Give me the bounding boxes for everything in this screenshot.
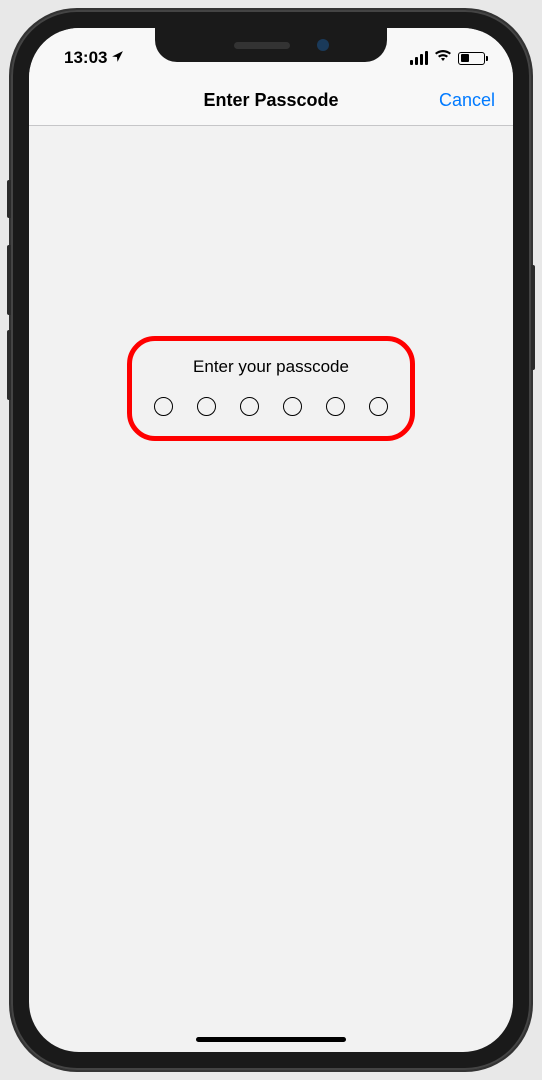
battery-level	[461, 54, 470, 62]
nav-bar: Enter Passcode Cancel	[29, 76, 513, 126]
passcode-dot	[197, 397, 216, 416]
status-right	[410, 49, 485, 67]
passcode-dot	[283, 397, 302, 416]
side-button	[531, 265, 535, 370]
screen: 13:03 Ent	[29, 28, 513, 1052]
wifi-icon	[434, 49, 452, 67]
home-indicator[interactable]	[196, 1037, 346, 1042]
content-area: Enter your passcode	[29, 126, 513, 441]
battery-icon	[458, 52, 485, 65]
phone-frame: 13:03 Ent	[11, 10, 531, 1070]
passcode-dot	[326, 397, 345, 416]
passcode-prompt: Enter your passcode	[193, 357, 349, 377]
passcode-highlight-annotation: Enter your passcode	[127, 336, 415, 441]
volume-down-button	[7, 330, 11, 400]
passcode-dot	[154, 397, 173, 416]
notch	[155, 28, 387, 62]
mute-switch	[7, 180, 11, 218]
passcode-dot	[240, 397, 259, 416]
cellular-signal-icon	[410, 51, 428, 65]
location-arrow-icon	[111, 48, 124, 68]
volume-up-button	[7, 245, 11, 315]
status-left: 13:03	[64, 48, 124, 68]
speaker	[234, 42, 290, 49]
front-camera	[317, 39, 329, 51]
status-time: 13:03	[64, 48, 107, 68]
cancel-button[interactable]: Cancel	[439, 90, 495, 111]
passcode-input[interactable]	[154, 397, 388, 416]
passcode-dot	[369, 397, 388, 416]
page-title: Enter Passcode	[203, 90, 338, 111]
